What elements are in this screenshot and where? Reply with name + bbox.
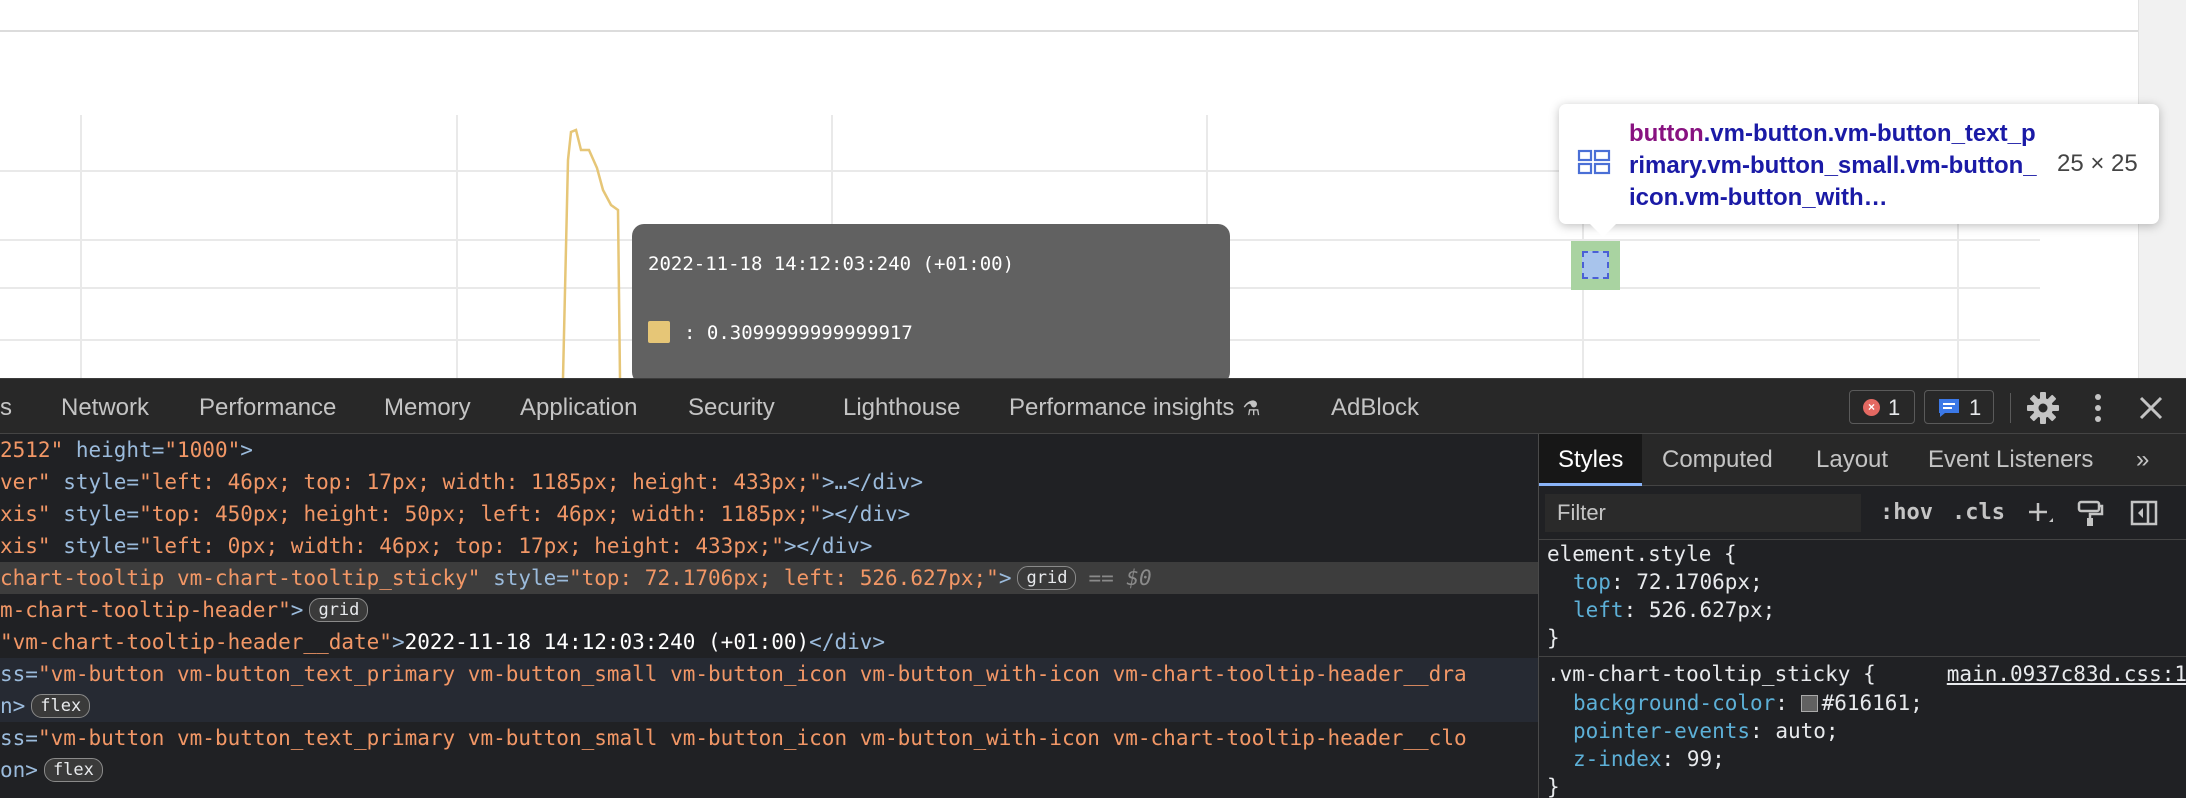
tab-sources-partial[interactable]: s — [0, 394, 12, 422]
new-style-rule-icon[interactable] — [2025, 498, 2055, 528]
toggle-sidebar-icon[interactable] — [2129, 498, 2159, 528]
selected-node-marker: == $0 — [1088, 566, 1152, 590]
stylesheet-source-link[interactable]: main.0937c83d.css:1 — [1947, 660, 2186, 688]
inspect-element-tooltip: button.vm-button.vm-button_text_primary.… — [1559, 104, 2159, 237]
more-tabs-icon[interactable]: » — [2136, 446, 2149, 474]
tab-performance-insights[interactable]: Performance insights ⚗ — [1009, 394, 1260, 422]
inspect-selector: button.vm-button.vm-button_text_primary.… — [1629, 118, 2039, 214]
error-badge[interactable]: × 1 — [1849, 390, 1915, 424]
styles-filter-input[interactable] — [1545, 494, 1861, 532]
message-icon — [1939, 399, 1959, 417]
elements-panel: 2512" height="1000"> ver" style="left: 4… — [0, 434, 1538, 798]
flex-badge[interactable]: flex — [43, 758, 103, 782]
tab-event-listeners[interactable]: Event Listeners — [1928, 446, 2093, 474]
dom-line[interactable]: "vm-chart-tooltip-header__date">2022-11-… — [0, 626, 1538, 658]
toolbar-divider — [2010, 393, 2011, 423]
gear-icon[interactable] — [2026, 391, 2060, 425]
rule-selector-element-style[interactable]: element.style { — [1547, 540, 1737, 568]
rule-close: } — [1547, 775, 1560, 798]
tab-computed[interactable]: Computed — [1662, 446, 1773, 474]
dom-line[interactable]: xis" style="top: 450px; height: 50px; le… — [0, 498, 1538, 530]
style-property[interactable]: left: 526.627px; — [1573, 596, 1775, 624]
tab-adblock[interactable]: AdBlock — [1331, 394, 1419, 422]
dom-line[interactable]: ss="vm-button vm-button_text_primary vm-… — [0, 722, 1538, 754]
tab-styles[interactable]: Styles — [1539, 434, 1642, 486]
dom-line-selected[interactable]: chart-tooltip vm-chart-tooltip_sticky" s… — [0, 562, 1538, 594]
style-property[interactable]: top: 72.1706px; — [1573, 568, 1763, 596]
message-badge[interactable]: 1 — [1924, 390, 1994, 424]
inspect-element-size: 25 × 25 — [2057, 150, 2138, 177]
color-swatch[interactable] — [1800, 695, 1818, 712]
styles-tabbar: Styles Computed Layout Event Listeners » — [1539, 434, 2186, 486]
flex-badge[interactable]: flex — [31, 694, 91, 718]
hov-button[interactable]: :hov — [1880, 500, 1933, 525]
tab-memory[interactable]: Memory — [384, 394, 471, 422]
flask-icon: ⚗ — [1242, 398, 1261, 420]
page-area: 2022-11-18 14:12:03:240 (+01:00) : 0.309… — [0, 0, 2186, 378]
error-icon: × — [1863, 399, 1880, 416]
dom-line[interactable]: m-chart-tooltip-header"> grid — [0, 594, 1538, 626]
style-property[interactable]: z-index: 99; — [1573, 745, 1725, 773]
tab-lighthouse[interactable]: Lighthouse — [843, 394, 960, 422]
message-count: 1 — [1969, 395, 1982, 420]
tab-security[interactable]: Security — [688, 394, 775, 422]
tab-application[interactable]: Application — [520, 394, 637, 422]
paint-roller-icon[interactable] — [2075, 498, 2105, 528]
dom-line[interactable]: xis" style="left: 0px; width: 46px; top:… — [0, 530, 1538, 562]
devtools-toolbar: s Network Performance Memory Application… — [0, 378, 2186, 434]
tab-performance[interactable]: Performance — [199, 394, 336, 422]
devtools-panel: s Network Performance Memory Application… — [0, 378, 2186, 798]
grid-badge[interactable]: grid — [309, 598, 369, 622]
error-count: 1 — [1888, 395, 1901, 420]
close-icon[interactable] — [2137, 394, 2165, 422]
grid-badge[interactable]: grid — [1017, 566, 1077, 590]
dom-line[interactable]: ver" style="left: 46px; top: 17px; width… — [0, 466, 1538, 498]
rule-selector-tooltip-sticky[interactable]: .vm-chart-tooltip_sticky {main.0937c83d.… — [1547, 660, 2186, 688]
tab-layout[interactable]: Layout — [1816, 446, 1888, 474]
rule-divider — [1539, 656, 2186, 657]
style-property[interactable]: pointer-events: auto; — [1573, 717, 1839, 745]
styles-filter-row: :hov .cls — [1539, 486, 2186, 540]
more-options-icon[interactable] — [2086, 391, 2110, 425]
dom-line[interactable]: ss="vm-button vm-button_text_primary vm-… — [0, 658, 1538, 690]
tooltip-date: 2022-11-18 14:12:03:240 (+01:00) — [648, 253, 1015, 275]
tab-performance-insights-label: Performance insights — [1009, 394, 1235, 421]
dom-line[interactable]: on> flex — [0, 754, 1538, 786]
inspected-element-highlight — [1571, 241, 1620, 290]
tooltip-series-swatch — [648, 321, 670, 343]
styles-pane: Styles Computed Layout Event Listeners »… — [1538, 434, 2186, 798]
dom-line[interactable]: n> flex — [0, 690, 1538, 722]
inspect-tag-name: button — [1629, 120, 1704, 147]
cls-button[interactable]: .cls — [1952, 500, 2005, 525]
dom-line[interactable]: 2512" height="1000"> — [0, 434, 1538, 466]
rule-close: } — [1547, 626, 1560, 650]
tooltip-value: : 0.3099999999999917 — [684, 322, 913, 344]
inspected-element-box[interactable] — [1582, 251, 1609, 279]
style-property[interactable]: background-color: #616161; — [1573, 689, 1923, 717]
chart-tooltip: 2022-11-18 14:12:03:240 (+01:00) : 0.309… — [632, 224, 1230, 378]
tab-network[interactable]: Network — [61, 394, 149, 422]
grid-layout-icon — [1577, 149, 1611, 175]
